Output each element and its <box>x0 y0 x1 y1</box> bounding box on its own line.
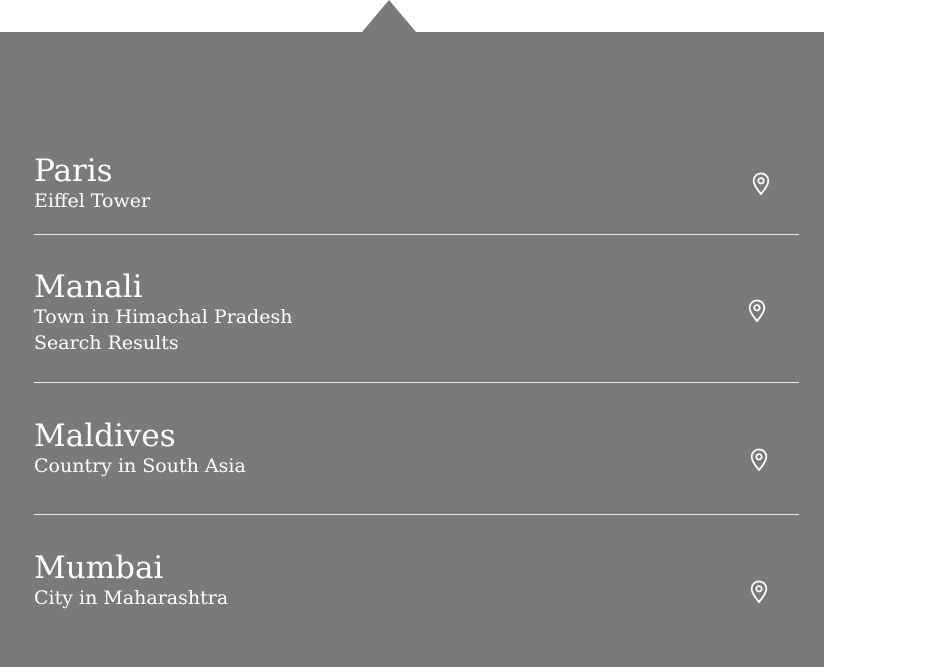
result-subtitle: Eiffel Tower <box>34 190 151 212</box>
result-subtitle-line-2: Search Results <box>34 332 179 354</box>
map-pin-icon[interactable] <box>747 299 767 323</box>
dropdown-caret <box>362 0 416 32</box>
result-subtitle: City in Maharashtra <box>34 587 229 609</box>
result-title: Manali <box>34 269 143 305</box>
map-pin-icon[interactable] <box>751 172 771 196</box>
result-title: Paris <box>34 153 113 189</box>
result-title: Mumbai <box>34 550 164 586</box>
result-item-maldives[interactable]: Maldives Country in South Asia <box>34 419 799 515</box>
result-title: Maldives <box>34 418 176 454</box>
result-subtitle: Town in Himachal Pradesh <box>34 306 293 328</box>
result-item-manali[interactable]: Manali Town in Himachal Pradesh Search R… <box>34 270 799 383</box>
result-item-mumbai[interactable]: Mumbai City in Maharashtra <box>34 551 799 631</box>
result-item-paris[interactable]: Paris Eiffel Tower <box>34 154 799 235</box>
map-pin-icon[interactable] <box>749 580 769 604</box>
map-pin-icon[interactable] <box>749 448 769 472</box>
search-results-panel: Paris Eiffel Tower Manali Town in Himach… <box>0 32 824 667</box>
result-subtitle: Country in South Asia <box>34 455 246 477</box>
